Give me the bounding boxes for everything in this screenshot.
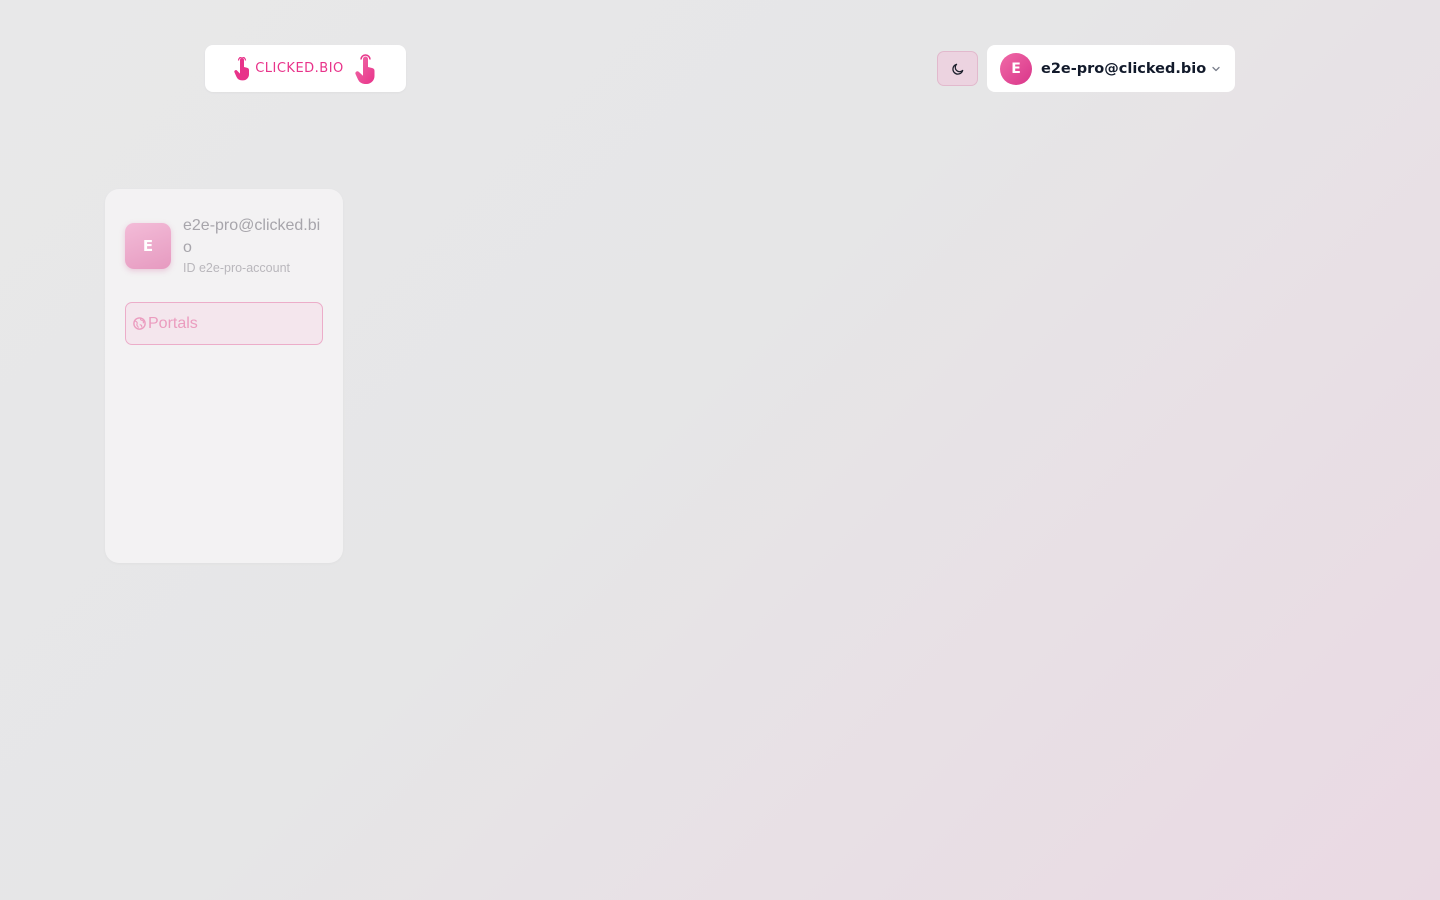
globe-icon — [132, 316, 147, 331]
pointer-hand-icon — [233, 56, 251, 81]
avatar: E — [1000, 52, 1032, 85]
moon-icon — [951, 62, 965, 76]
pointer-hand-icon — [354, 53, 378, 84]
account-id: ID e2e-pro-account — [183, 261, 291, 275]
account-name: e2e-pro@clicked.bio — [183, 217, 321, 256]
theme-toggle-button[interactable] — [937, 51, 978, 86]
sidebar-item-portals[interactable]: Portals — [125, 302, 323, 345]
brand-logo[interactable]: CLICKED.BIO — [205, 45, 406, 92]
chevron-down-icon — [1211, 64, 1221, 74]
account-avatar: E — [125, 223, 171, 269]
user-menu-button[interactable]: E e2e-pro@clicked.bio — [987, 45, 1235, 92]
sidebar-item-label: Portals — [148, 314, 198, 332]
logo-wordmark: CLICKED.BIO — [255, 61, 344, 76]
account-sidebar-card: E e2e-pro@clicked.bio ID e2e-pro-account… — [105, 189, 343, 563]
user-email: e2e-pro@clicked.bio — [1041, 60, 1207, 77]
